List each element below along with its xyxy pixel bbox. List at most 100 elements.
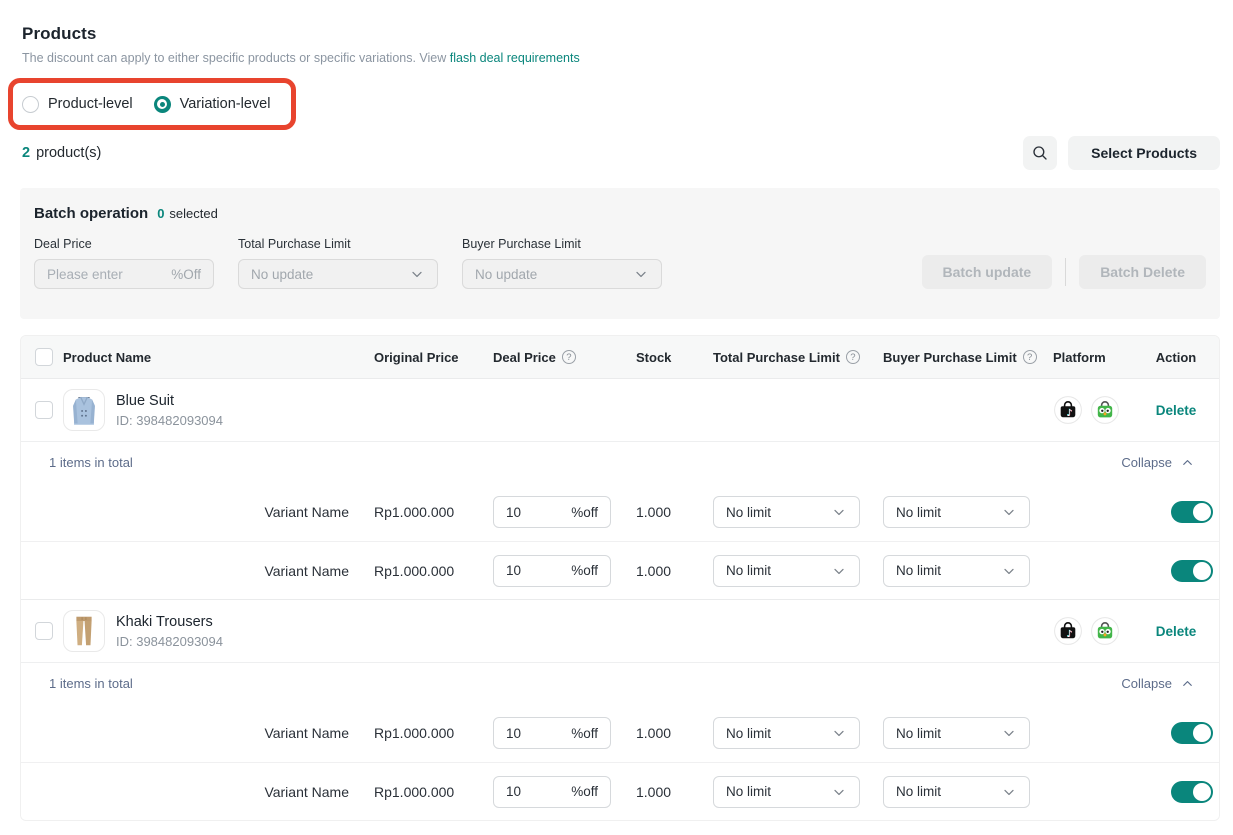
toggle-knob — [1193, 562, 1211, 580]
deal-price-suffix: %off — [571, 505, 598, 520]
level-selector-annotation: Product-level Variation-level — [8, 78, 296, 130]
help-icon[interactable] — [1023, 350, 1037, 364]
variant-original-price: Rp1.000.000 — [353, 725, 473, 741]
total-limit-select[interactable]: No limit — [713, 555, 860, 587]
page-subtitle: The discount can apply to either specifi… — [22, 51, 446, 65]
khaki-trousers-image — [64, 610, 104, 652]
select-products-button[interactable]: Select Products — [1068, 136, 1220, 170]
variant-name: Variant Name — [264, 563, 353, 579]
toggle-knob — [1193, 783, 1211, 801]
radio-variation-level-label: Variation-level — [180, 96, 271, 112]
product-name: Khaki Trousers — [116, 614, 223, 630]
batch-selected-count: 0 — [157, 206, 164, 221]
buyer-limit-select[interactable]: No limit — [883, 496, 1030, 528]
variant-enabled-toggle[interactable] — [1171, 560, 1213, 582]
variant-original-price: Rp1.000.000 — [353, 563, 473, 579]
variant-row: Variant Name Rp1.000.000 %off 1.000 No l… — [21, 704, 1219, 762]
batch-deal-price-field: Deal Price %Off — [34, 237, 214, 289]
deal-price-suffix: %off — [571, 784, 598, 799]
batch-buyer-limit-label: Buyer Purchase Limit — [462, 237, 662, 251]
variant-stock: 1.000 — [631, 563, 693, 579]
group-summary-row: 1 items in total Collapse — [21, 441, 1219, 483]
flash-deal-requirements-link[interactable]: flash deal requirements — [450, 51, 580, 65]
product-count: 2 — [22, 145, 30, 161]
search-icon — [1031, 144, 1049, 162]
variant-original-price: Rp1.000.000 — [353, 504, 473, 520]
toggle-knob — [1193, 724, 1211, 742]
variant-enabled-toggle[interactable] — [1171, 501, 1213, 523]
blue-suit-image — [64, 389, 104, 431]
col-original-price: Original Price — [353, 350, 473, 365]
total-limit-select[interactable]: No limit — [713, 717, 860, 749]
deal-price-field: %off — [493, 555, 611, 587]
deal-price-input[interactable] — [506, 563, 546, 578]
search-button[interactable] — [1023, 136, 1057, 170]
chevron-down-icon — [1001, 504, 1017, 520]
buyer-limit-select[interactable]: No limit — [883, 776, 1030, 808]
col-buyer-purchase-limit: Buyer Purchase Limit — [873, 350, 1043, 365]
deal-price-input[interactable] — [506, 726, 546, 741]
col-action: Action — [1133, 350, 1219, 365]
deal-price-input[interactable] — [506, 505, 546, 520]
total-limit-select[interactable]: No limit — [713, 496, 860, 528]
collapse-toggle[interactable]: Collapse — [1121, 676, 1195, 691]
items-total: 1 items in total — [49, 455, 133, 470]
batch-total-limit-label: Total Purchase Limit — [238, 237, 438, 251]
radio-selected-icon[interactable] — [154, 96, 171, 113]
batch-deal-price-suffix: %Off — [171, 267, 201, 282]
batch-update-button[interactable]: Batch update — [922, 255, 1053, 289]
radio-variation-level[interactable]: Variation-level — [154, 96, 271, 113]
chevron-down-icon — [831, 725, 847, 741]
batch-total-limit-select[interactable]: No update — [238, 259, 438, 289]
radio-product-level[interactable]: Product-level — [22, 96, 133, 113]
batch-operation-title: Batch operation — [34, 205, 148, 222]
tiktok-shop-icon — [1054, 396, 1082, 424]
product-id: ID: 398482093094 — [116, 413, 223, 428]
col-platform: Platform — [1043, 350, 1133, 365]
variant-stock: 1.000 — [631, 504, 693, 520]
variant-enabled-toggle[interactable] — [1171, 781, 1213, 803]
products-page: Products The discount can apply to eithe… — [0, 0, 1233, 835]
col-product-name: Product Name — [63, 350, 353, 365]
chevron-up-icon — [1180, 676, 1195, 691]
items-total: 1 items in total — [49, 676, 133, 691]
products-table: Product Name Original Price Deal Price S… — [20, 335, 1220, 821]
chevron-down-icon — [831, 784, 847, 800]
product-id: ID: 398482093094 — [116, 634, 223, 649]
radio-unselected-icon[interactable] — [22, 96, 39, 113]
variant-stock: 1.000 — [631, 725, 693, 741]
platform-icons — [1043, 396, 1133, 424]
tokopedia-icon — [1091, 617, 1119, 645]
help-icon[interactable] — [846, 350, 860, 364]
variant-enabled-toggle[interactable] — [1171, 722, 1213, 744]
help-icon[interactable] — [562, 350, 576, 364]
select-all-checkbox[interactable] — [35, 348, 53, 366]
batch-delete-button[interactable]: Batch Delete — [1079, 255, 1206, 289]
delete-product-link[interactable]: Delete — [1156, 624, 1197, 639]
buyer-limit-select[interactable]: No limit — [883, 717, 1030, 749]
product-count-label: product(s) — [36, 145, 101, 161]
row-checkbox[interactable] — [35, 622, 53, 640]
deal-price-input[interactable] — [506, 784, 546, 799]
buyer-limit-select[interactable]: No limit — [883, 555, 1030, 587]
chevron-down-icon — [1001, 563, 1017, 579]
variant-row: Variant Name Rp1.000.000 %off 1.000 No l… — [21, 483, 1219, 541]
delete-product-link[interactable]: Delete — [1156, 403, 1197, 418]
tiktok-shop-icon — [1054, 617, 1082, 645]
variant-name: Variant Name — [264, 725, 353, 741]
group-summary-row: 1 items in total Collapse — [21, 662, 1219, 704]
deal-price-field: %off — [493, 776, 611, 808]
chevron-down-icon — [831, 504, 847, 520]
table-header-row: Product Name Original Price Deal Price S… — [21, 336, 1219, 378]
batch-buyer-limit-select[interactable]: No update — [462, 259, 662, 289]
total-limit-select[interactable]: No limit — [713, 776, 860, 808]
batch-deal-price-input[interactable] — [47, 267, 147, 282]
row-checkbox[interactable] — [35, 401, 53, 419]
col-stock: Stock — [631, 350, 693, 365]
divider — [1065, 258, 1066, 286]
tokopedia-icon — [1091, 396, 1119, 424]
collapse-toggle[interactable]: Collapse — [1121, 455, 1195, 470]
deal-price-suffix: %off — [571, 726, 598, 741]
page-header: Products The discount can apply to eithe… — [22, 24, 1233, 65]
variant-row: Variant Name Rp1.000.000 %off 1.000 No l… — [21, 541, 1219, 599]
